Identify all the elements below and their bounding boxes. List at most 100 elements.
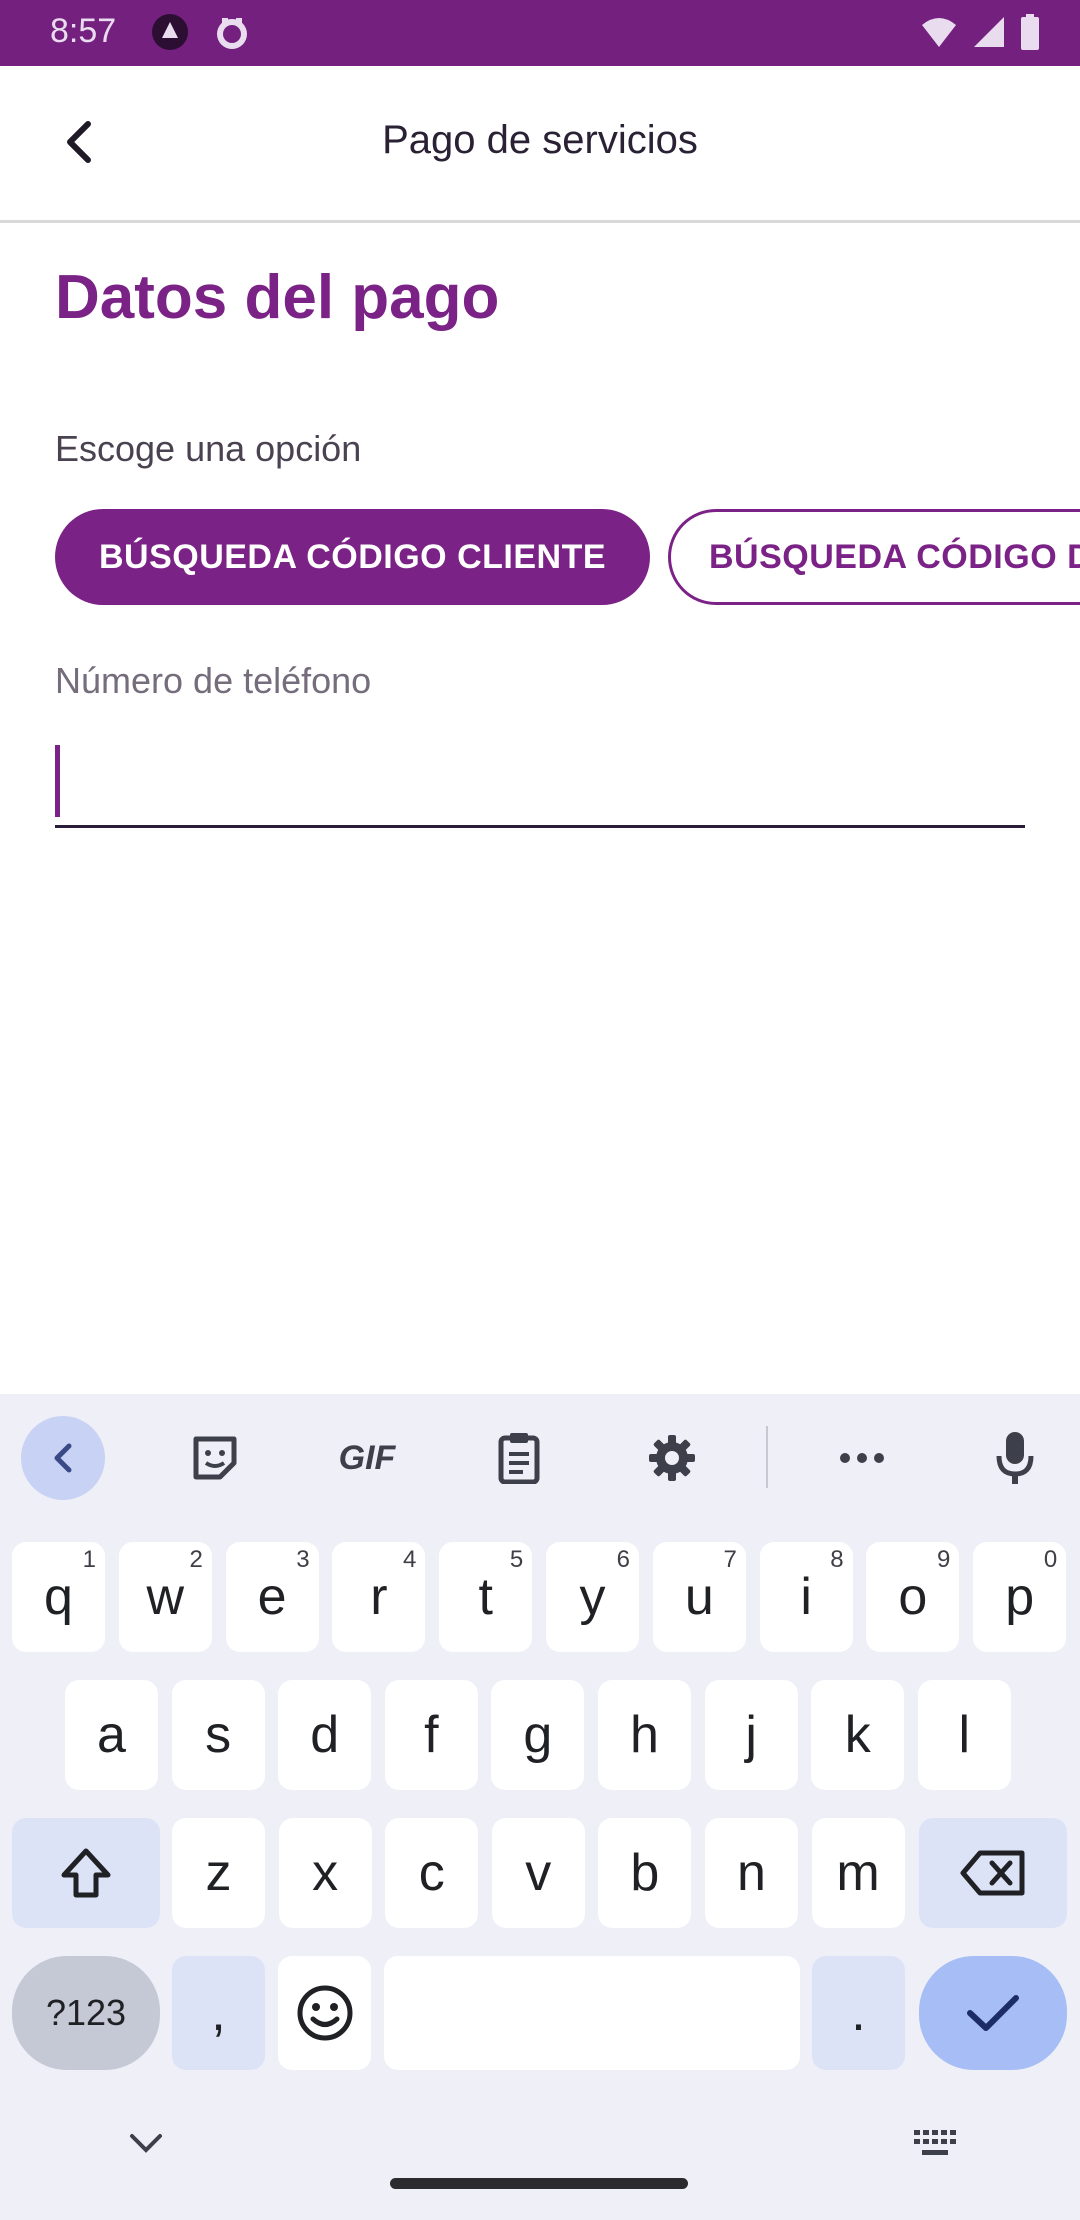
soft-keyboard: GIF q 1 w 2 e 3 r 4 t 5 y 6 u 7 i 8 o 9 … [0,1394,1080,2220]
sticker-icon[interactable] [173,1416,257,1500]
key-label: c [418,1844,445,1902]
key-v-key[interactable]: v [491,1818,585,1928]
key-k-key[interactable]: k [811,1680,905,1790]
back-icon[interactable] [21,1416,105,1500]
key-label: u [684,1568,714,1626]
keyboard-toolbar: GIF [0,1394,1080,1524]
check-icon [967,1995,1019,2031]
key-label: t [478,1568,493,1626]
backspace-icon [960,1850,1025,1896]
key-q-key[interactable]: q1 [12,1542,105,1652]
game-notification-icon [217,18,247,49]
key-f-key[interactable]: f [384,1680,478,1790]
symbols-key[interactable]: ?123 [12,1956,160,2070]
status-time: 8:57 [50,12,117,50]
key-label: a [97,1706,126,1764]
key-label: y [579,1568,606,1626]
option-chip-codigo-de[interactable]: BÚSQUEDA CÓDIGO DE [668,509,1080,605]
space-key[interactable] [384,1956,800,2070]
comma-key[interactable]: , [172,1956,265,2070]
keyboard-nav-bar [0,2114,1080,2220]
section-title: Datos del pago [55,263,500,332]
key-label: d [310,1706,340,1764]
key-h-key[interactable]: h [598,1680,691,1790]
keyboard-switch-icon[interactable] [912,2128,958,2160]
key-m-key[interactable]: m [811,1818,905,1928]
key-u-key[interactable]: u7 [652,1542,746,1652]
key-hint: 3 [296,1546,310,1573]
shift-icon [61,1848,111,1898]
key-c-key[interactable]: c [385,1818,479,1928]
key-hint: 6 [616,1546,630,1573]
key-d-key[interactable]: d [278,1680,372,1790]
key-t-key[interactable]: t5 [439,1542,533,1652]
key-hint: 1 [82,1546,96,1573]
more-icon[interactable] [820,1416,904,1500]
key-x-key[interactable]: x [278,1818,372,1928]
key-hint: 9 [937,1546,951,1573]
key-label: x [312,1844,339,1902]
key-g-key[interactable]: g [491,1680,585,1790]
phone-number-input[interactable] [55,735,1025,828]
key-label: i [800,1568,812,1626]
app-bar: Pago de servicios [0,66,1080,223]
status-bar: 8:57 [0,0,1080,66]
key-a-key[interactable]: a [65,1680,158,1790]
key-label: p [1005,1568,1035,1626]
key-label: j [745,1706,757,1764]
key-label: r [370,1568,388,1626]
key-label: o [898,1568,928,1626]
clipboard-icon[interactable] [477,1416,561,1500]
phone-field-label: Número de teléfono [55,660,372,701]
key-j-key[interactable]: j [704,1680,798,1790]
key-label: m [836,1844,880,1902]
key-label: l [958,1706,971,1764]
key-label: g [523,1706,553,1764]
key-label: q [44,1568,73,1626]
toolbar-divider [766,1426,768,1488]
key-o-key[interactable]: o9 [866,1542,960,1652]
key-p-key[interactable]: p0 [973,1542,1067,1652]
key-s-key[interactable]: s [171,1680,265,1790]
key-w-key[interactable]: w2 [118,1542,212,1652]
key-label: f [424,1706,439,1764]
shift-key[interactable] [12,1818,160,1928]
key-n-key[interactable]: n [705,1818,798,1928]
key-label: b [630,1844,660,1902]
signal-icon [974,17,1004,47]
emoji-key[interactable] [278,1956,371,2070]
home-indicator[interactable] [390,2178,688,2189]
key-label: w [146,1568,185,1626]
mic-icon[interactable] [973,1416,1057,1500]
key-label: s [205,1706,232,1764]
gif-icon[interactable]: GIF [325,1416,409,1500]
key-hint: 4 [403,1546,417,1573]
hide-keyboard-icon[interactable] [128,2132,164,2156]
key-label: v [525,1844,552,1902]
key-i-key[interactable]: i8 [759,1542,853,1652]
key-label: h [630,1706,659,1764]
key-y-key[interactable]: y6 [546,1542,639,1652]
key-l-key[interactable]: l [917,1680,1011,1790]
backspace-key[interactable] [919,1818,1067,1928]
key-label: k [844,1706,871,1764]
emoji-icon [297,1985,352,2041]
page-title: Pago de servicios [382,118,698,162]
key-e-key[interactable]: e3 [225,1542,319,1652]
wifi-icon [922,18,956,47]
option-label: Escoge una opción [55,428,362,469]
option-chip-codigo-cliente[interactable]: BÚSQUEDA CÓDIGO CLIENTE [55,509,650,605]
battery-icon [1021,14,1039,50]
done-key[interactable] [919,1956,1067,2070]
key-r-key[interactable]: r4 [332,1542,426,1652]
key-label: z [205,1844,232,1902]
key-hint: 7 [723,1546,737,1573]
key-b-key[interactable]: b [598,1818,692,1928]
settings-icon[interactable] [630,1416,714,1500]
key-hint: 5 [509,1546,524,1573]
period-key[interactable]: . [812,1956,905,2070]
key-label: n [737,1844,766,1902]
text-caret [55,745,60,817]
key-z-key[interactable]: z [172,1818,265,1928]
key-hint: 8 [830,1546,844,1573]
